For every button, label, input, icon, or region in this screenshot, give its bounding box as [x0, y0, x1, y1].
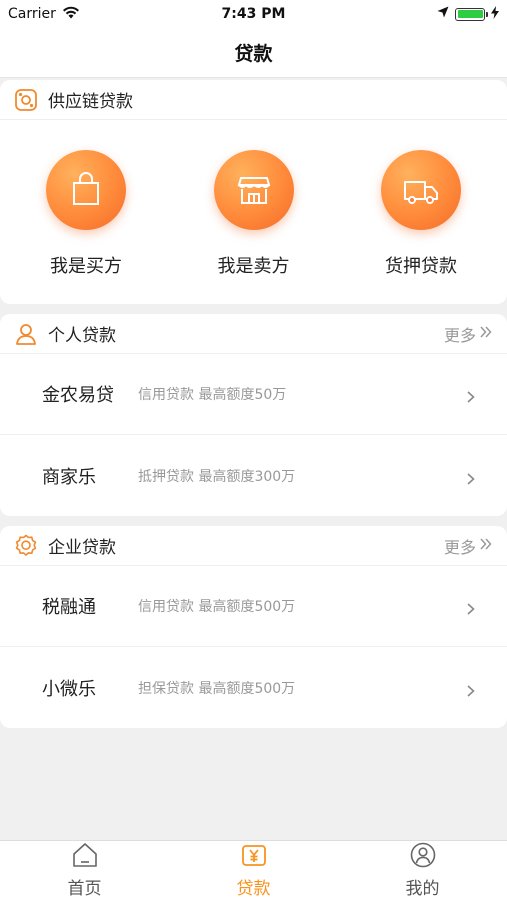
- page-title: 贷款: [234, 43, 273, 65]
- seller-entry[interactable]: 我是卖方: [212, 150, 296, 278]
- personal-more-label: 更多: [443, 325, 476, 345]
- location-arrow-icon: [437, 6, 449, 22]
- charging-bolt-icon: [491, 5, 499, 23]
- chevron-right-icon: [465, 600, 477, 615]
- yen-icon: [240, 842, 268, 872]
- tab-home[interactable]: 首页: [0, 841, 169, 900]
- tab-label: 首页: [67, 879, 102, 899]
- loan-row-jinnong[interactable]: 金农易贷 信用贷款 最高额度50万: [0, 354, 507, 435]
- wifi-icon: [62, 6, 80, 23]
- personal-loans-card: 个人贷款 更多 金农易贷 信用贷款 最高额度50万 商家乐 抵押贷款 最高额度3…: [0, 314, 507, 516]
- double-chevron-right-icon: [479, 536, 493, 555]
- home-icon: [71, 842, 99, 872]
- seller-label: 我是卖方: [217, 256, 290, 277]
- loan-row-shuirongtong[interactable]: 税融通 信用贷款 最高额度500万: [0, 566, 507, 647]
- personal-more-link[interactable]: 更多: [444, 322, 493, 346]
- enterprise-more-link[interactable]: 更多: [444, 534, 493, 558]
- enterprise-loans-card: 企业贷款 更多 税融通 信用贷款 最高额度500万 小微乐 担保贷款 最高额度5…: [0, 526, 507, 728]
- delivery-truck-icon: [381, 150, 461, 230]
- tab-bar: 首页 贷款 我的: [0, 840, 507, 900]
- loan-name: 税融通: [42, 597, 96, 618]
- battery-icon: [455, 7, 488, 21]
- personal-loans-title: 个人贷款: [48, 326, 116, 346]
- user-icon: [409, 842, 437, 872]
- enterprise-loans-title: 企业贷款: [48, 538, 116, 558]
- chevron-right-icon: [465, 470, 477, 485]
- personal-loans-header: 个人贷款 更多: [0, 314, 507, 354]
- loan-name: 商家乐: [42, 466, 96, 488]
- double-chevron-right-icon: [479, 324, 493, 343]
- chevron-right-icon: [465, 682, 477, 697]
- cargo-pledge-label: 货押贷款: [385, 256, 457, 277]
- navigation-bar: 贷款: [0, 28, 507, 78]
- loan-desc: 担保贷款 最高额度500万: [138, 680, 296, 697]
- enterprise-loans-header: 企业贷款 更多: [0, 526, 507, 566]
- supply-chain-icon: [14, 88, 38, 112]
- tab-loans[interactable]: 贷款: [169, 841, 338, 900]
- buyer-entry[interactable]: 我是买方: [44, 150, 128, 278]
- storefront-icon: [213, 150, 294, 230]
- loan-desc: 抵押贷款 最高额度300万: [138, 468, 296, 485]
- loan-desc: 信用贷款 最高额度500万: [138, 599, 296, 615]
- supply-chain-header: 供应链贷款: [0, 80, 507, 120]
- loan-desc: 信用贷款 最高额度50万: [138, 387, 287, 403]
- person-icon: [14, 322, 38, 346]
- supply-chain-title: 供应链贷款: [48, 92, 133, 112]
- tab-label: 我的: [405, 879, 440, 899]
- supply-chain-card: 供应链贷款 我是买方 我是卖方 货押贷款: [0, 80, 507, 304]
- chevron-right-icon: [465, 388, 477, 403]
- badge-icon: [14, 534, 38, 558]
- shopping-bag-icon: [46, 150, 126, 230]
- tab-label: 贷款: [236, 879, 271, 899]
- loan-row-xiaoweile[interactable]: 小微乐 担保贷款 最高额度500万: [0, 647, 507, 728]
- enterprise-more-label: 更多: [443, 537, 476, 557]
- loan-name: 金农易贷: [42, 385, 114, 406]
- loan-name: 小微乐: [42, 678, 96, 700]
- tab-mine[interactable]: 我的: [338, 841, 507, 900]
- loan-row-shangjiale[interactable]: 商家乐 抵押贷款 最高额度300万: [0, 435, 507, 516]
- carrier-label: Carrier: [8, 6, 56, 22]
- buyer-label: 我是买方: [50, 256, 122, 277]
- cargo-pledge-entry[interactable]: 货押贷款: [379, 150, 463, 278]
- status-bar: Carrier 7:43 PM: [0, 0, 507, 28]
